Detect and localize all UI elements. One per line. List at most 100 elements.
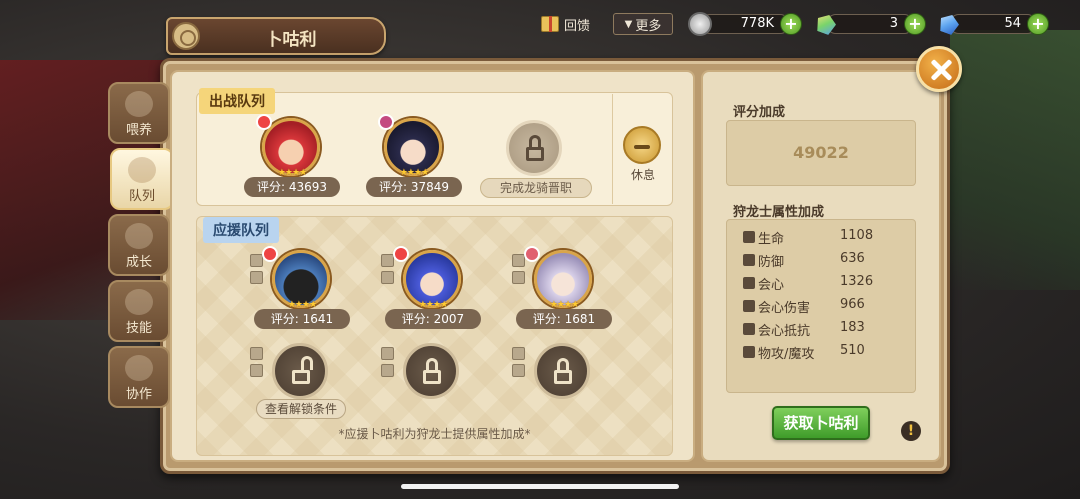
page-title: 卜咕利	[265, 30, 317, 50]
tab-queue-label: 队列	[128, 189, 155, 204]
attr-row-hp: 生命 1108	[743, 228, 893, 248]
battle-queue-label: 出战队列	[199, 88, 275, 114]
tab-queue[interactable]: 队列	[110, 148, 174, 210]
crit-icon	[512, 254, 525, 267]
lock-shackle	[301, 356, 313, 370]
sword-icon	[250, 347, 263, 360]
shield-icon	[512, 271, 525, 284]
unlock-icon	[272, 343, 328, 399]
close-button[interactable]	[916, 46, 962, 92]
attr-value: 966	[840, 297, 865, 312]
attr-value: 636	[840, 251, 865, 266]
attr-bonus-box: 生命 1108 防御 636 会心 1326 会心伤害 966 会心抵抗 183…	[726, 219, 916, 393]
triangle-down-icon: ▼	[624, 18, 633, 30]
lock-icon	[506, 120, 562, 176]
sword-icon	[743, 346, 755, 358]
info-icon[interactable]: !	[901, 421, 921, 441]
rest-label: 休息	[630, 168, 655, 182]
attr-name: 防御	[758, 255, 785, 270]
add-blue-gem-button[interactable]: +	[1027, 13, 1049, 35]
attr-icons	[381, 347, 395, 381]
support-note: *应援卜咕利为狩龙士提供属性加成*	[338, 427, 531, 441]
attr-row-defense: 防御 636	[743, 251, 893, 271]
heart-icon	[250, 254, 263, 267]
score-bonus-value: 49022	[793, 143, 849, 162]
tab-feed[interactable]: 喂养	[108, 82, 170, 144]
attr-name: 物攻/魔攻	[758, 347, 815, 362]
attr-icons	[250, 254, 264, 288]
title-plate: 卜咕利	[166, 17, 386, 55]
coin-value: 778K	[740, 16, 774, 31]
background-right	[950, 30, 1080, 290]
crit-icon	[381, 364, 394, 377]
add-coins-button[interactable]: +	[780, 13, 802, 35]
rest-button[interactable]: 休息	[612, 94, 672, 204]
paw-group-icon	[125, 355, 153, 381]
attr-bonus-title: 狩龙士属性加成	[733, 205, 825, 220]
lock-body	[292, 370, 310, 384]
attr-name: 生命	[758, 232, 785, 247]
coin-counter: 778K +	[688, 12, 802, 36]
gift-icon	[541, 16, 559, 32]
class-badge-icon	[262, 246, 278, 262]
green-gem-box	[826, 14, 914, 34]
home-indicator[interactable]	[401, 484, 679, 489]
crit-icon	[743, 277, 755, 289]
shield-icon	[743, 254, 755, 266]
tab-skills[interactable]: 技能	[108, 280, 170, 342]
shield-icon	[512, 364, 525, 377]
pet-score: 评分: 43693	[244, 177, 340, 197]
more-button[interactable]: ▼ 更多	[613, 13, 673, 35]
add-green-gem-button[interactable]: +	[904, 13, 926, 35]
attr-row-crit-resist: 会心抵抗 183	[743, 320, 893, 340]
attr-icons	[512, 347, 526, 381]
blue-gem-box	[949, 14, 1037, 34]
heart-icon	[743, 231, 755, 243]
lock-body	[526, 147, 544, 161]
blue-gem-counter: 54 +	[937, 12, 1049, 36]
gift-button[interactable]: 回馈	[541, 13, 590, 35]
tab-skills-label: 技能	[125, 321, 152, 336]
tab-cooperate[interactable]: 协作	[108, 346, 170, 408]
attr-icons	[250, 347, 264, 381]
attr-value: 1326	[840, 274, 874, 289]
pet-score: 评分: 37849	[366, 177, 462, 197]
crit-damage-icon	[743, 300, 755, 312]
locked-slot-label: 完成龙骑晋职	[480, 178, 592, 198]
lock-body	[423, 370, 441, 384]
class-badge-icon	[524, 246, 540, 262]
sword-icon	[250, 271, 263, 284]
pet-score: 评分: 1681	[516, 309, 612, 329]
attr-value: 1108	[840, 228, 874, 243]
sword-icon	[512, 347, 525, 360]
attr-name: 会心抵抗	[758, 324, 811, 339]
attr-icons	[512, 254, 526, 288]
more-label: 更多	[635, 18, 662, 34]
tab-cooperate-label: 协作	[125, 387, 152, 402]
get-pet-button[interactable]: 获取卜咕利	[772, 406, 870, 440]
lock-body	[554, 370, 572, 384]
attr-row-crit: 会心 1326	[743, 274, 893, 294]
tab-feed-label: 喂养	[125, 123, 152, 138]
blue-gem-value: 54	[1004, 16, 1021, 31]
view-unlock-conditions-button[interactable]: 查看解锁条件	[256, 399, 346, 419]
wings-icon	[125, 289, 153, 315]
attr-row-crit-damage: 会心伤害 966	[743, 297, 893, 317]
emblem-icon	[172, 22, 200, 50]
pet-score: 评分: 1641	[254, 309, 350, 329]
coin-icon	[688, 12, 712, 36]
heart-icon	[381, 347, 394, 360]
green-gem-counter: 3 +	[814, 12, 926, 36]
pet-score: 评分: 2007	[385, 309, 481, 329]
score-bonus-box: 49022	[726, 120, 916, 186]
tab-growth[interactable]: 成长	[108, 214, 170, 276]
score-bonus-title: 评分加成	[733, 105, 786, 120]
attr-row-attack: 物攻/魔攻 510	[743, 343, 893, 363]
attr-icons	[381, 254, 395, 288]
sleep-icon	[623, 126, 661, 164]
paw-icon	[125, 223, 153, 249]
attr-value: 183	[840, 320, 865, 335]
class-badge-icon	[256, 114, 272, 130]
lock-icon	[534, 343, 590, 399]
attr-name: 会心	[758, 278, 785, 293]
